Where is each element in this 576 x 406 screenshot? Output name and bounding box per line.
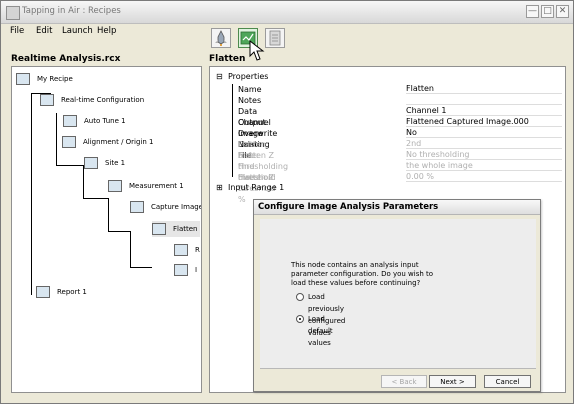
back-button[interactable]: < Back	[381, 375, 427, 388]
toolbar-button-document[interactable]	[265, 28, 285, 48]
property-value: 0.00 %	[406, 172, 562, 182]
document-icon	[269, 30, 281, 46]
flatten-title: Flatten	[209, 54, 246, 64]
toolbar-button-rocket[interactable]	[211, 28, 231, 48]
tree-item-label: Capture Image	[151, 203, 202, 211]
property-value[interactable]: Flattened Captured Image.000	[406, 117, 562, 127]
i-icon	[174, 264, 188, 276]
tree-item-label: Flatten	[173, 225, 198, 233]
recipe-tree: My Recipe Real-time Configuration Auto T…	[11, 66, 202, 393]
site-icon	[84, 157, 98, 169]
tree-item-label: My Recipe	[37, 75, 73, 83]
property-value: 2nd	[406, 139, 562, 149]
recipe-icon	[16, 73, 30, 85]
tree-item-label: Report 1	[57, 288, 87, 296]
tree-item-label: R	[195, 246, 200, 254]
mouse-cursor-icon	[249, 40, 265, 61]
properties-label: Properties	[228, 72, 269, 81]
tree-item-label: I	[195, 266, 198, 274]
tree-item-label: Auto Tune 1	[84, 117, 126, 125]
menu-launch[interactable]: Launch	[62, 26, 93, 36]
property-value[interactable]	[406, 95, 562, 105]
camera-icon	[130, 201, 144, 213]
dialog-title: Configure Image Analysis Parameters	[254, 200, 540, 215]
app-icon	[6, 6, 20, 20]
close-button[interactable]: ✕	[556, 5, 569, 18]
r-icon	[174, 244, 188, 256]
property-value[interactable]: No	[406, 128, 562, 138]
menu-help[interactable]: Help	[97, 26, 116, 36]
recipe-title: Realtime Analysis.rcx	[11, 54, 121, 64]
input-range-label[interactable]: Input Range 1	[228, 183, 284, 192]
tree-item-label: Real-time Configuration	[61, 96, 145, 104]
menu-file[interactable]: File	[10, 26, 24, 36]
tree-item-label: Measurement 1	[129, 182, 184, 190]
property-value[interactable]: Channel 1	[406, 106, 562, 116]
property-name: Name	[238, 85, 262, 94]
property-value[interactable]: Flatten	[406, 84, 562, 94]
rocket-icon	[215, 30, 227, 46]
title-bar: Tapping in Air : Recipes — □ ✕	[1, 1, 573, 24]
flatten-icon	[152, 223, 166, 235]
window-title: Tapping in Air : Recipes	[22, 6, 121, 16]
property-name: Notes	[238, 96, 262, 105]
property-value: the whole image	[406, 161, 562, 171]
cancel-button[interactable]: Cancel	[484, 375, 531, 388]
app-window: Tapping in Air : Recipes — □ ✕ File Edit…	[0, 0, 574, 404]
tree-item-flatten[interactable]: Flatten	[152, 221, 200, 237]
dialog-body: This node contains an analysis input par…	[260, 219, 536, 369]
minimize-button[interactable]: —	[526, 5, 539, 18]
properties-collapse-icon[interactable]: ⊟	[216, 72, 223, 81]
tree-item-label: Site 1	[105, 159, 126, 167]
dialog-message: This node contains an analysis input par…	[291, 261, 434, 287]
input-range-expand-icon[interactable]: ⊞	[216, 183, 223, 192]
maximize-button[interactable]: □	[541, 5, 554, 18]
tree-item-label: Alignment / Origin 1	[83, 138, 154, 146]
menu-edit[interactable]: Edit	[36, 26, 52, 36]
radio-button[interactable]	[296, 293, 304, 301]
microscope-icon	[40, 94, 54, 106]
option-label: Load default values	[308, 315, 333, 347]
measurement-icon	[108, 180, 122, 192]
alignment-icon	[62, 136, 76, 148]
report-icon	[36, 286, 50, 298]
next-button[interactable]: Next >	[429, 375, 476, 388]
radio-button[interactable]	[296, 315, 304, 323]
configure-dialog: Configure Image Analysis Parameters This…	[253, 199, 541, 392]
tune-icon	[63, 115, 77, 127]
property-value: No thresholding	[406, 150, 562, 160]
